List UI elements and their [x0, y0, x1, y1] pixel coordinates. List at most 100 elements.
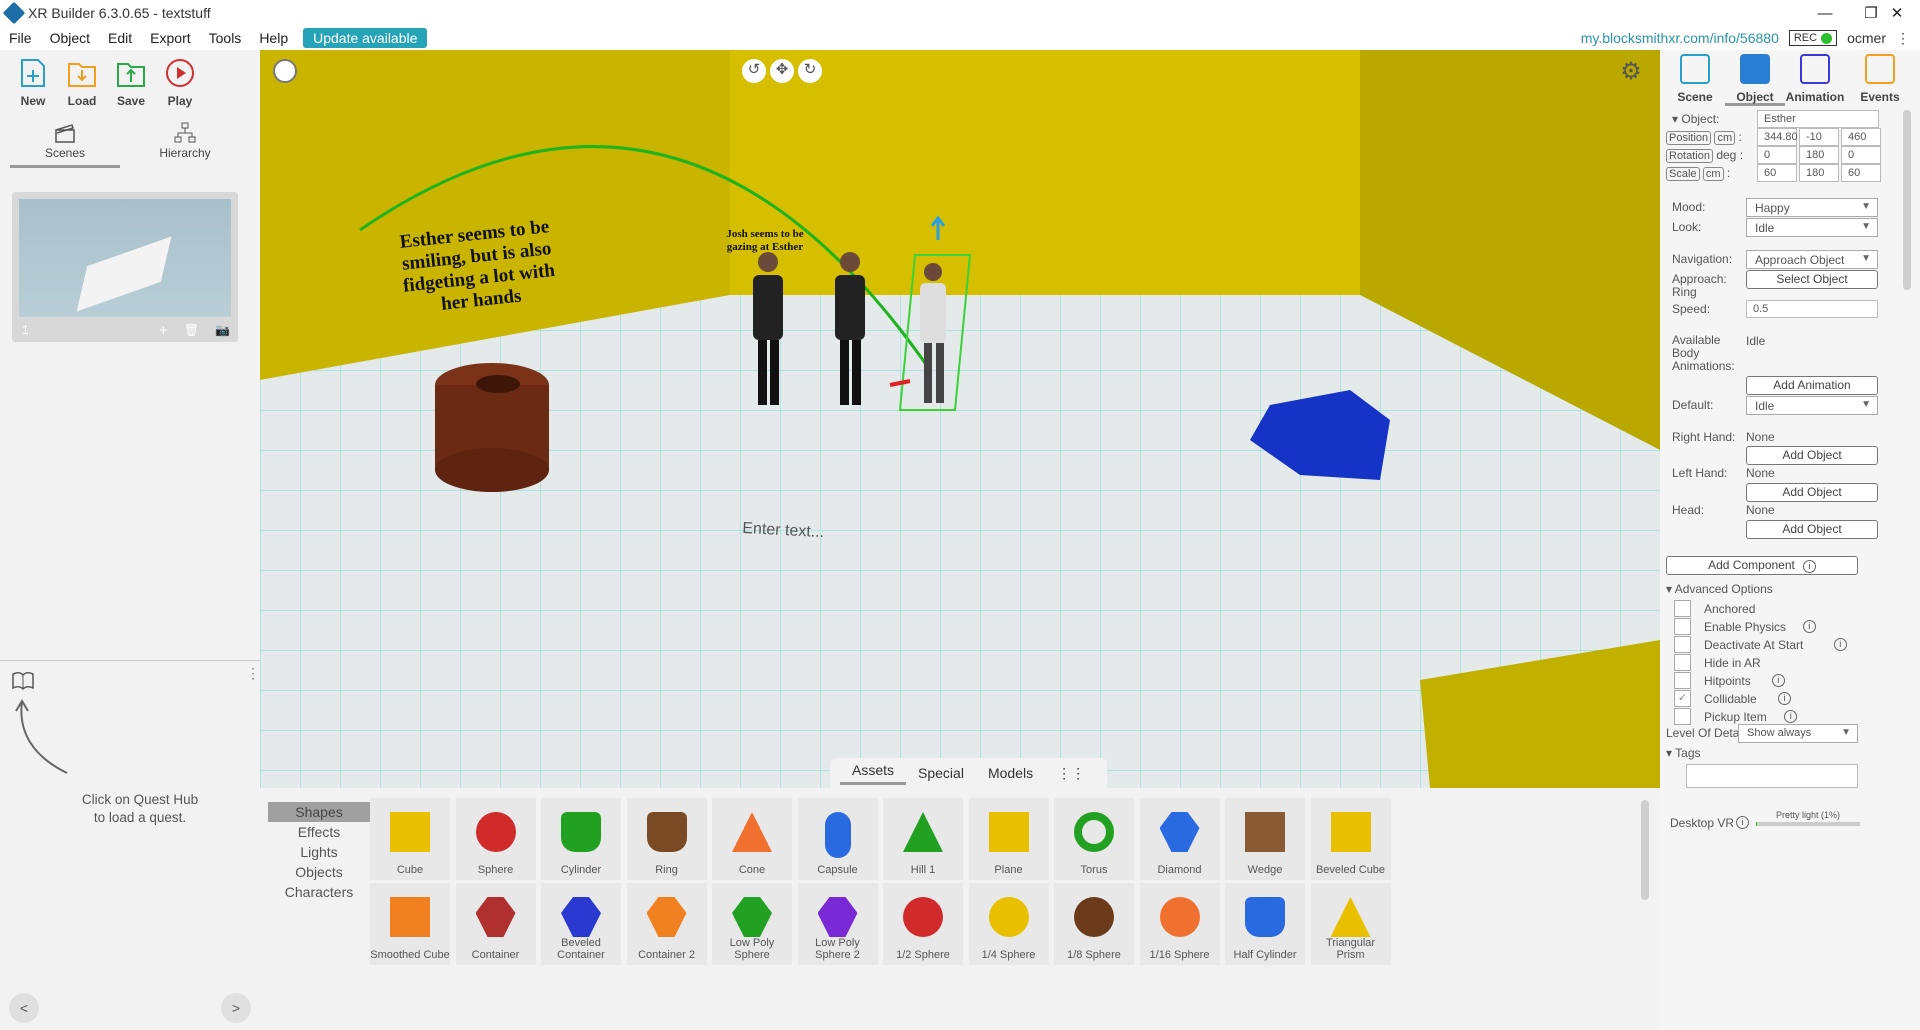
speed-field[interactable]: 0.5 — [1746, 300, 1878, 318]
update-available-button[interactable]: Update available — [303, 28, 428, 48]
right-hand-add-object-button[interactable]: Add Object — [1746, 446, 1878, 465]
add-component-button[interactable]: Add Component i — [1666, 556, 1858, 575]
menu-file[interactable]: File — [0, 30, 41, 46]
asset-tile[interactable]: Low Poly Sphere — [712, 883, 792, 965]
asset-tile[interactable]: 1/16 Sphere — [1139, 883, 1220, 965]
menu-edit[interactable]: Edit — [99, 30, 141, 46]
asset-tile[interactable]: Beveled Container — [541, 883, 621, 965]
option-info-icon[interactable]: i — [1778, 692, 1791, 705]
add-animation-button[interactable]: Add Animation — [1746, 376, 1878, 395]
option-checkbox[interactable] — [1674, 618, 1691, 635]
look-dropdown[interactable]: Idle — [1746, 218, 1878, 237]
add-scene-icon[interactable]: + — [159, 322, 168, 339]
position-z-field[interactable]: 460 — [1841, 128, 1881, 146]
load-button[interactable]: Load — [57, 56, 107, 108]
asset-tile[interactable]: 1/2 Sphere — [883, 883, 963, 965]
tags-header[interactable]: ▾ Tags — [1666, 746, 1701, 760]
rotation-z-field[interactable]: 0 — [1841, 146, 1881, 164]
tab-models[interactable]: Models — [976, 765, 1045, 781]
category-characters[interactable]: Characters — [268, 882, 370, 902]
asset-tile[interactable]: Cylinder — [541, 798, 621, 880]
save-button[interactable]: Save — [106, 56, 156, 108]
option-info-icon[interactable]: i — [1833, 638, 1847, 651]
navigation-dropdown[interactable]: Approach Object — [1746, 250, 1878, 269]
rotate-right-icon[interactable]: ↻ — [798, 59, 822, 83]
next-button[interactable]: > — [221, 993, 251, 1023]
rotation-y-field[interactable]: 180 — [1799, 146, 1839, 164]
mood-dropdown[interactable]: Happy — [1746, 198, 1878, 217]
asset-tile[interactable]: Beveled Cube — [1310, 798, 1391, 880]
rec-indicator[interactable]: REC — [1788, 30, 1838, 46]
default-animation-dropdown[interactable]: Idle — [1746, 396, 1878, 415]
option-checkbox[interactable] — [1674, 654, 1691, 671]
asset-tile[interactable]: Capsule — [797, 798, 878, 880]
asset-tile[interactable]: Sphere — [455, 798, 536, 880]
rotation-x-field[interactable]: 0 — [1757, 146, 1797, 164]
move-icon[interactable]: ✥ — [770, 59, 794, 83]
option-info-icon[interactable]: i — [1771, 674, 1785, 687]
scale-x-field[interactable]: 60 — [1757, 164, 1797, 182]
scale-y-field[interactable]: 180 — [1799, 164, 1839, 182]
category-effects[interactable]: Effects — [268, 822, 370, 842]
asset-tile[interactable]: Hill 1 — [883, 798, 963, 880]
tags-field[interactable] — [1686, 764, 1858, 788]
asset-tile[interactable]: Plane — [968, 798, 1049, 880]
tab-scenes[interactable]: Scenes — [10, 122, 120, 168]
quest-hub-book-icon[interactable] — [12, 671, 34, 691]
menu-help[interactable]: Help — [250, 30, 297, 46]
asset-tile[interactable]: Torus — [1054, 798, 1134, 880]
position-x-field[interactable]: 344.80 — [1757, 128, 1798, 146]
category-objects[interactable]: Objects — [268, 862, 370, 882]
advanced-options-header[interactable]: ▾ Advanced Options — [1666, 582, 1773, 596]
asset-tile[interactable]: Ring — [626, 798, 707, 880]
tab-animation[interactable]: Animation — [1785, 54, 1845, 104]
select-object-button[interactable]: Select Object — [1746, 270, 1878, 289]
asset-tile[interactable]: Container 2 — [626, 883, 707, 965]
option-checkbox[interactable] — [1674, 708, 1691, 725]
asset-tile[interactable]: Diamond — [1139, 798, 1220, 880]
tab-events[interactable]: Events — [1850, 54, 1910, 104]
asset-tile[interactable]: Half Cylinder — [1225, 883, 1305, 965]
rotate-left-icon[interactable]: ↺ — [742, 59, 766, 83]
head-add-object-button[interactable]: Add Object — [1746, 520, 1878, 539]
inspector-scrollbar[interactable] — [1903, 110, 1911, 290]
scene-viewport[interactable]: Esther seems to be smiling, but is also … — [260, 50, 1660, 788]
drag-handle-icon[interactable]: ⋮ — [246, 665, 260, 682]
tab-hierarchy[interactable]: Hierarchy — [130, 122, 240, 160]
asset-tile[interactable]: Cone — [712, 798, 792, 880]
settings-gear-icon[interactable]: ⚙ — [1618, 59, 1644, 85]
asset-tile[interactable]: Smoothed Cube — [370, 883, 450, 965]
option-checkbox[interactable] — [1674, 636, 1691, 653]
delete-scene-icon[interactable]: 🗑 — [184, 323, 199, 337]
option-info-icon[interactable]: i — [1802, 620, 1816, 633]
option-info-icon[interactable]: i — [1784, 710, 1798, 723]
light-quality-bar[interactable] — [1756, 822, 1860, 826]
compass-icon[interactable] — [273, 59, 297, 83]
option-checkbox[interactable]: ✓ — [1674, 690, 1691, 707]
camera-icon[interactable]: 📷 — [215, 323, 230, 337]
add-component-info-icon[interactable]: i — [1802, 560, 1816, 573]
more-menu-icon[interactable]: ⋮ — [1896, 30, 1910, 47]
object-name-field[interactable]: Esther — [1757, 110, 1879, 128]
left-hand-add-object-button[interactable]: Add Object — [1746, 483, 1878, 502]
tab-special[interactable]: Special — [906, 765, 976, 781]
asset-tile[interactable]: Wedge — [1225, 798, 1305, 880]
info-link[interactable]: my.blocksmithxr.com/info/56880 — [1581, 30, 1779, 46]
scale-z-field[interactable]: 60 — [1841, 164, 1881, 182]
minimize-icon[interactable]: — — [1802, 0, 1848, 26]
menu-export[interactable]: Export — [141, 30, 199, 46]
new-button[interactable]: New — [8, 56, 58, 108]
tab-object[interactable]: Object — [1725, 54, 1785, 106]
tab-scene[interactable]: Scene — [1665, 54, 1725, 104]
option-checkbox[interactable] — [1674, 672, 1691, 689]
menu-object[interactable]: Object — [41, 30, 99, 46]
category-shapes[interactable]: Shapes — [268, 802, 370, 822]
tab-assets[interactable]: Assets — [840, 762, 907, 785]
lod-dropdown[interactable]: Show always — [1738, 724, 1858, 743]
desktop-vr-info-icon[interactable]: i — [1736, 816, 1749, 829]
close-icon[interactable]: ✕ — [1874, 0, 1920, 26]
asset-tile[interactable]: 1/8 Sphere — [1054, 883, 1134, 965]
asset-tile[interactable]: 1/4 Sphere — [968, 883, 1049, 965]
asset-tile[interactable]: Container — [455, 883, 536, 965]
asset-tile[interactable]: Cube — [370, 798, 450, 880]
